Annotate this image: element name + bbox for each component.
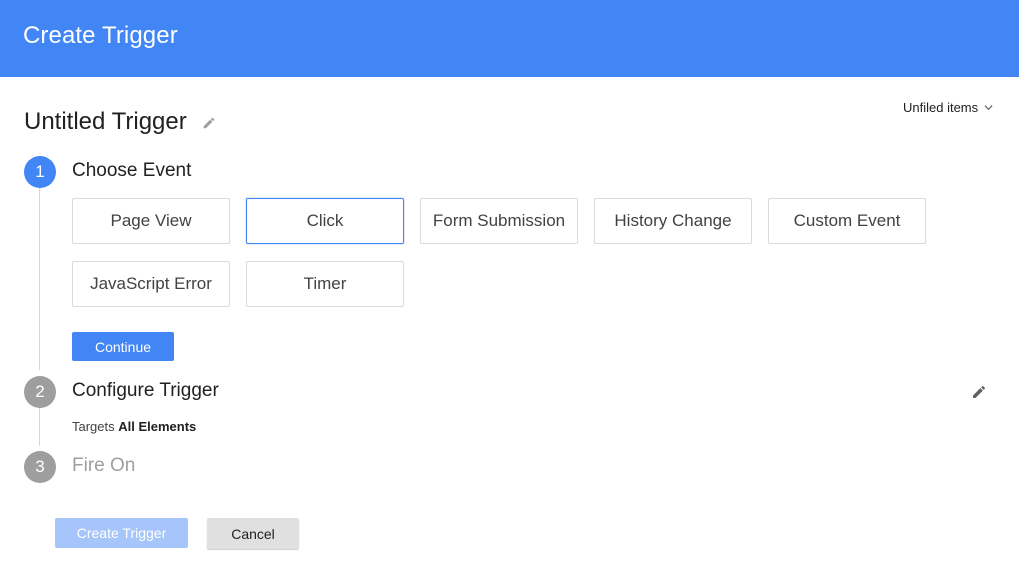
targets-value: All Elements (118, 419, 197, 434)
header-title: Create Trigger (23, 22, 178, 49)
event-timer-button[interactable]: Timer (246, 261, 404, 307)
folder-dropdown[interactable]: Unfiled items (903, 100, 993, 115)
targets-prefix: Targets (72, 419, 115, 434)
pencil-icon[interactable] (202, 116, 216, 130)
step-connector-2 (39, 408, 40, 446)
step-3-badge: 3 (24, 451, 56, 483)
event-page-view-button[interactable]: Page View (72, 198, 230, 244)
step-1-badge: 1 (24, 156, 56, 188)
step-1-title: Choose Event (72, 160, 192, 181)
app-header: Create Trigger (0, 0, 1019, 77)
step-connector-1 (39, 188, 40, 370)
event-custom-event-button[interactable]: Custom Event (768, 198, 926, 244)
event-click-button[interactable]: Click (246, 198, 404, 244)
event-history-change-button[interactable]: History Change (594, 198, 752, 244)
pencil-icon[interactable] (971, 384, 987, 400)
cancel-button[interactable]: Cancel (207, 518, 299, 549)
step-2-title: Configure Trigger (72, 380, 219, 401)
targets-summary: Targets All Elements (72, 419, 196, 434)
create-trigger-button[interactable]: Create Trigger (55, 518, 188, 548)
chevron-down-icon (984, 105, 993, 111)
step-2-badge: 2 (24, 376, 56, 408)
folder-label: Unfiled items (903, 100, 979, 115)
trigger-name[interactable]: Untitled Trigger (24, 108, 187, 136)
step-3-title: Fire On (72, 455, 136, 476)
continue-button[interactable]: Continue (72, 332, 174, 361)
event-javascript-error-button[interactable]: JavaScript Error (72, 261, 230, 307)
event-form-submission-button[interactable]: Form Submission (420, 198, 578, 244)
